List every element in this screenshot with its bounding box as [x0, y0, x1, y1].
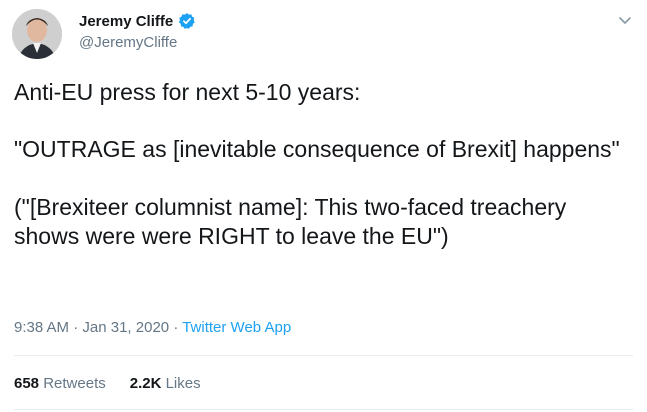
divider — [14, 409, 633, 410]
likes-count: 2.2K — [129, 375, 162, 392]
tweet-paragraph-3: ("[Brexiteer columnist name]: This two-f… — [14, 194, 567, 249]
tweet-paragraph-2: "OUTRAGE as [inevitable consequence of B… — [14, 136, 620, 162]
chevron-down-icon[interactable] — [617, 12, 633, 28]
meta-separator: · — [173, 319, 179, 336]
user-handle[interactable]: @JeremyCliffe — [79, 34, 177, 51]
likes-label: Likes — [165, 375, 201, 392]
retweets-label: Retweets — [43, 375, 106, 392]
tweet-source-link[interactable]: Twitter Web App — [182, 319, 291, 336]
retweets-stat[interactable]: 658 Retweets — [14, 375, 106, 392]
likes-stat[interactable]: 2.2K Likes — [130, 375, 201, 392]
retweets-count: 658 — [14, 375, 40, 392]
verified-badge-icon — [179, 13, 195, 29]
tweet-time[interactable]: 9:38 AM — [14, 319, 69, 336]
meta-separator: · — [73, 319, 79, 336]
author-row: Jeremy Cliffe — [79, 12, 196, 30]
display-name[interactable]: Jeremy Cliffe — [79, 13, 173, 30]
tweet-meta: 9:38 AM · Jan 31, 2020 · Twitter Web App — [14, 319, 291, 336]
tweet-date[interactable]: Jan 31, 2020 — [82, 319, 169, 336]
avatar[interactable] — [12, 9, 62, 59]
avatar-image — [12, 9, 62, 59]
tweet-paragraph-1: Anti-EU press for next 5-10 years: — [14, 79, 361, 105]
tweet-text: Anti-EU press for next 5-10 years: "OUTR… — [14, 78, 634, 251]
tweet-stats: 658 Retweets 2.2K Likes — [14, 375, 201, 392]
divider — [14, 355, 633, 356]
